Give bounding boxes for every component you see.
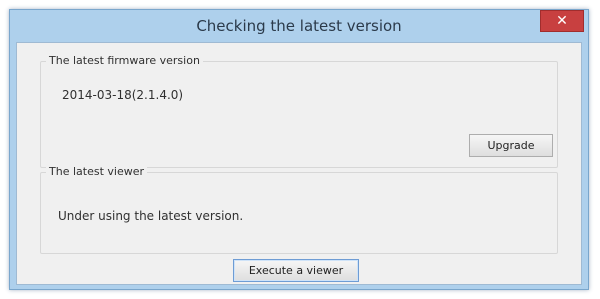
- firmware-version-group: The latest firmware version 2014-03-18(2…: [40, 54, 558, 168]
- execute-viewer-button[interactable]: Execute a viewer: [233, 259, 359, 282]
- dialog-title: Checking the latest version: [196, 17, 402, 35]
- dialog-window: Checking the latest version ✕ The latest…: [9, 9, 589, 290]
- dialog-body: The latest firmware version 2014-03-18(2…: [16, 42, 582, 285]
- viewer-status-text: Under using the latest version.: [58, 209, 244, 223]
- titlebar[interactable]: Checking the latest version ✕: [10, 10, 588, 42]
- close-button[interactable]: ✕: [540, 10, 584, 32]
- viewer-group: The latest viewer Under using the latest…: [40, 165, 558, 254]
- firmware-version-value: 2014-03-18(2.1.4.0): [62, 88, 184, 102]
- close-icon: ✕: [556, 13, 568, 29]
- firmware-group-label: The latest firmware version: [46, 54, 203, 67]
- viewer-group-label: The latest viewer: [46, 165, 147, 178]
- upgrade-button[interactable]: Upgrade: [469, 134, 553, 157]
